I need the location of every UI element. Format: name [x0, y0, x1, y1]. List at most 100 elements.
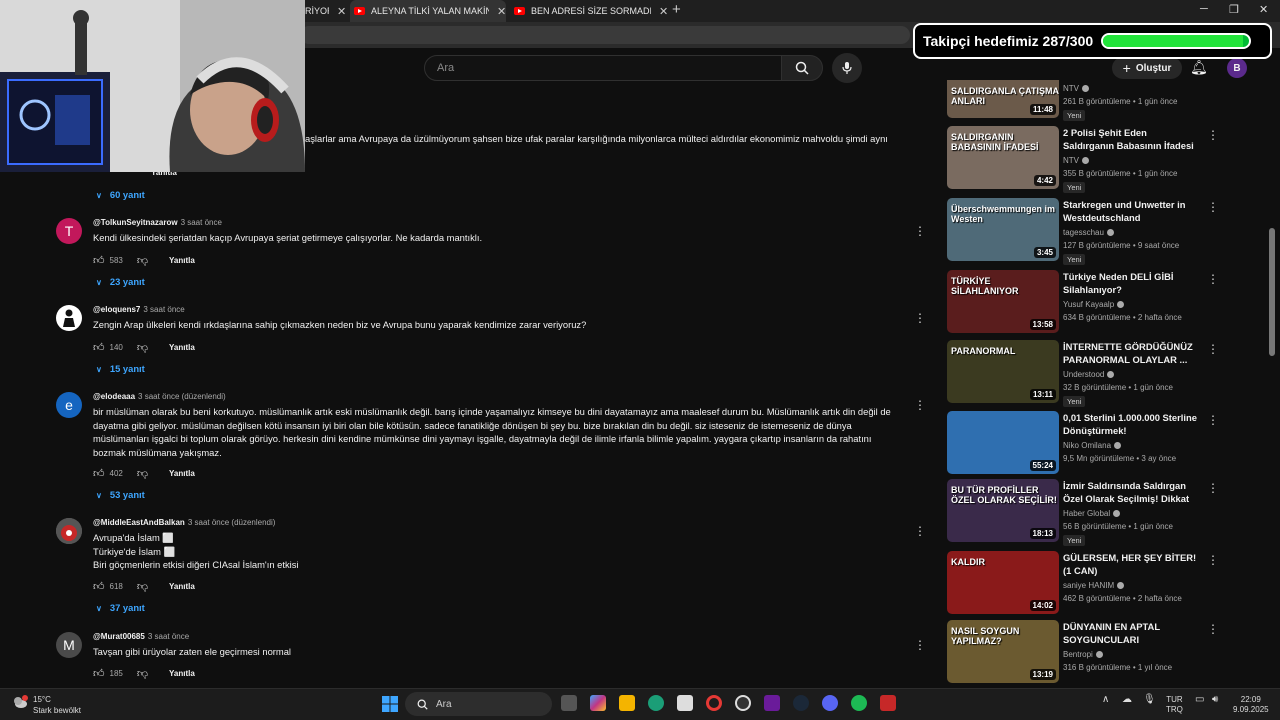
comment-time[interactable]: 3 saat önce (düzenlendi)	[188, 518, 276, 527]
video-card[interactable]: Überschwemmungen im Westen 3:45 Starkregen…	[947, 198, 1247, 265]
video-title[interactable]: İNTERNETTE GÖRDÜĞÜNÜZ PARANORMAL OLAYLAR…	[1063, 340, 1199, 366]
video-title[interactable]: 2 Polisi Şehit Eden Saldırganın Babasını…	[1063, 126, 1199, 152]
video-thumbnail[interactable]: SALDIRGANIN BABASININ İFADESİ 4:42	[947, 126, 1059, 189]
edge-browser-icon[interactable]	[648, 695, 664, 711]
language-indicator[interactable]: TUR TRQ	[1166, 695, 1183, 715]
comment-time[interactable]: 3 saat önce (düzenlendi)	[138, 392, 226, 401]
channel-name[interactable]: Bentropi	[1063, 650, 1103, 659]
spotify-icon[interactable]	[851, 695, 867, 711]
minimize-icon[interactable]: ─	[1200, 3, 1208, 15]
tray-chevron-icon[interactable]: ∧	[1102, 695, 1109, 705]
taskbar-search[interactable]: Ara	[405, 692, 552, 716]
start-windows-icon[interactable]	[382, 696, 398, 712]
tab-close-icon[interactable]: ✕	[337, 5, 346, 18]
search-button[interactable]	[781, 55, 823, 81]
comment-time[interactable]: 3 saat önce	[181, 218, 222, 227]
video-title[interactable]: 0,01 Sterlini 1.000.000 Sterline Dönüştü…	[1063, 411, 1199, 437]
video-title[interactable]: İzmir Saldırısında Saldırgan Özel Olarak…	[1063, 479, 1199, 505]
commenter-avatar[interactable]: T	[56, 218, 82, 244]
comment-more-icon[interactable]: ⋮	[914, 311, 926, 325]
close-window-icon[interactable]: ✕	[1259, 3, 1268, 16]
search-input[interactable]: Ara	[424, 55, 782, 81]
like-icon[interactable]: 👍︎	[93, 467, 105, 480]
comment-username[interactable]: @MiddleEastAndBalkan	[93, 518, 185, 527]
new-tab-icon[interactable]: +	[672, 1, 681, 18]
page-scrollbar[interactable]	[1268, 80, 1276, 680]
account-avatar[interactable]: B	[1227, 58, 1247, 78]
onedrive-icon[interactable]: ☁	[1122, 695, 1132, 705]
tab-close-icon[interactable]: ✕	[497, 5, 506, 18]
reply-button[interactable]: Yanıtla	[169, 343, 195, 352]
dislike-icon[interactable]: 👎︎	[137, 467, 148, 480]
video-card[interactable]: PARANORMAL 13:11 İNTERNETTE GÖRDÜĞÜNÜZ PAR…	[947, 340, 1247, 407]
create-button[interactable]: + Oluştur	[1112, 57, 1182, 79]
voice-search-button[interactable]	[832, 53, 862, 83]
next-app-icon[interactable]	[764, 695, 780, 711]
video-card[interactable]: SALDIRGANIN BABASININ İFADESİ 4:42 2 Polis…	[947, 126, 1247, 193]
notifications-bell-icon[interactable]: 🔔︎	[1190, 59, 1208, 76]
video-title[interactable]: Türkiye Neden DELİ GİBİ Silahlanıyor?	[1063, 270, 1199, 296]
browser-tab-3[interactable]: BEN ADRESİ SİZE SORMADIM - A ✕	[510, 0, 670, 22]
comment-username[interactable]: @Murat00685	[93, 632, 145, 641]
view-replies-button[interactable]: ∨ 15 yanıt	[96, 363, 145, 374]
video-more-icon[interactable]: ⋮	[1207, 342, 1219, 356]
video-title[interactable]: GÜLERSEM, HER ŞEY BİTER! (1 CAN)	[1063, 551, 1199, 577]
video-thumbnail[interactable]: BU TÜR PROFİLLER ÖZEL OLARAK SEÇİLİR! 18:…	[947, 479, 1059, 542]
video-card[interactable]: BU TÜR PROFİLLER ÖZEL OLARAK SEÇİLİR! 18:…	[947, 479, 1247, 546]
tab-close-icon[interactable]: ✕	[659, 5, 668, 18]
reply-button[interactable]: Yanıtla	[169, 582, 195, 591]
video-more-icon[interactable]: ⋮	[1207, 128, 1219, 142]
volume-icon[interactable]: 🔊︎	[1212, 695, 1218, 705]
display-icon[interactable]: ▭	[1195, 695, 1204, 705]
like-icon[interactable]: 👍︎	[93, 667, 105, 680]
reply-button[interactable]: Yanıtla	[169, 469, 195, 478]
browser-tab-1[interactable]: RİYOR ✕	[305, 0, 347, 22]
video-thumbnail[interactable]: KALDIR 14:02	[947, 551, 1059, 614]
like-icon[interactable]: 👍︎	[93, 254, 105, 267]
video-more-icon[interactable]: ⋮	[1207, 200, 1219, 214]
commenter-avatar[interactable]: e	[56, 392, 82, 418]
video-card[interactable]: TÜRKİYE SİLAHLANIYOR 13:58 Türkiye Neden D…	[947, 270, 1247, 334]
video-title[interactable]: Starkregen und Unwetter in Westdeutschla…	[1063, 198, 1199, 224]
video-card[interactable]: 55:24 0,01 Sterlini 1.000.000 Sterline Dö…	[947, 411, 1247, 475]
weather-icon[interactable]	[12, 695, 28, 709]
video-more-icon[interactable]: ⋮	[1207, 553, 1219, 567]
commenter-avatar[interactable]	[56, 518, 82, 544]
comment-username[interactable]: @TolkunSeyitnazarow	[93, 218, 178, 227]
comment-time[interactable]: 3 saat önce	[148, 632, 189, 641]
channel-name[interactable]: Niko Omilana	[1063, 441, 1122, 450]
video-card[interactable]: KALDIR 14:02 GÜLERSEM, HER ŞEY BİTER! (1 C…	[947, 551, 1247, 615]
comment-time[interactable]: 3 saat önce	[143, 305, 184, 314]
video-more-icon[interactable]: ⋮	[1207, 622, 1219, 636]
channel-name[interactable]: saniye HANIM	[1063, 581, 1125, 590]
scrollbar-thumb[interactable]	[1269, 228, 1275, 356]
video-more-icon[interactable]: ⋮	[1207, 413, 1219, 427]
steam-icon[interactable]	[793, 695, 809, 711]
file-explorer-icon[interactable]	[619, 695, 635, 711]
view-replies-button[interactable]: ∨ 53 yanıt	[96, 489, 145, 500]
store-icon[interactable]	[677, 695, 693, 711]
channel-name[interactable]: NTV	[1063, 84, 1089, 93]
comment-more-icon[interactable]: ⋮	[914, 224, 926, 238]
discord-icon[interactable]	[822, 695, 838, 711]
view-replies-button[interactable]: ∨ 37 yanıt	[96, 602, 145, 613]
clock[interactable]: 22:09 9.09.2025	[1233, 695, 1269, 715]
dislike-icon[interactable]: 👎︎	[137, 341, 148, 354]
commenter-avatar[interactable]: M	[56, 632, 82, 658]
video-thumbnail[interactable]: PARANORMAL 13:11	[947, 340, 1059, 403]
reply-button[interactable]: Yanıtla	[169, 669, 195, 678]
video-more-icon[interactable]: ⋮	[1207, 481, 1219, 495]
view-replies-button[interactable]: ∨ 60 yanıt	[96, 189, 145, 200]
video-thumbnail[interactable]: SALDIRGANLA ÇATIŞMA ANLARI 11:48	[947, 80, 1059, 118]
microphone-tray-icon[interactable]: 🎙︎	[1143, 695, 1156, 705]
video-thumbnail[interactable]: 55:24	[947, 411, 1059, 474]
opera-icon[interactable]	[706, 695, 722, 711]
channel-name[interactable]: tagesschau	[1063, 228, 1114, 237]
channel-name[interactable]: NTV	[1063, 156, 1089, 165]
view-replies-button[interactable]: ∨ 23 yanıt	[96, 276, 145, 287]
like-icon[interactable]: 👍︎	[93, 580, 105, 593]
weather-widget[interactable]: 15°C Stark bewölkt	[33, 694, 81, 716]
comment-more-icon[interactable]: ⋮	[914, 524, 926, 538]
dislike-icon[interactable]: 👎︎	[137, 254, 148, 267]
copilot-icon[interactable]	[590, 695, 606, 711]
